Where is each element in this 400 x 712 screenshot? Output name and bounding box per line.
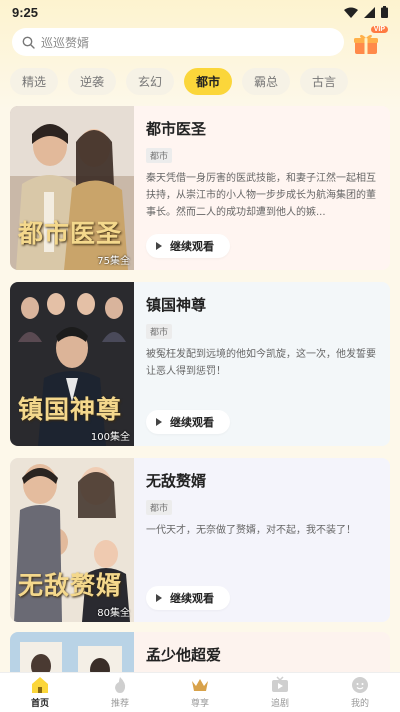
nav-home[interactable]: 首页 [0,673,80,712]
drama-title[interactable]: 都市医圣 [146,118,378,139]
crown-icon [192,679,208,691]
play-icon [156,418,162,426]
episode-count: 80集全 [97,608,130,619]
wifi-icon [344,7,358,18]
bottom-nav: 首页 推荐 尊享 追剧 我的 [0,672,400,712]
drama-poster[interactable]: 镇国神尊 100集全 [10,282,134,446]
signal-icon [364,6,375,18]
search-input[interactable]: 巡巡赘婿 [12,28,344,56]
drama-poster[interactable]: 无敌赘婿 80集全 [10,458,134,622]
search-row: 巡巡赘婿 VIP [12,26,388,56]
nav-label: 尊享 [190,699,209,709]
search-icon [22,36,35,49]
poster-title-art: 都市医圣 [18,219,123,248]
tab-bazong[interactable]: 霸总 [242,68,290,95]
continue-watching-button[interactable]: 继续观看 [146,234,230,258]
nav-label: 推荐 [110,699,129,709]
tab-xuanhuan[interactable]: 玄幻 [126,68,174,95]
drama-title[interactable]: 无敌赘婿 [146,470,378,491]
status-icons [344,6,388,18]
tab-jingxuan[interactable]: 精选 [10,68,58,95]
flame-icon [115,677,126,693]
home-icon [32,677,48,693]
genre-tag: 都市 [146,148,173,163]
vip-button[interactable]: VIP [354,26,388,56]
poster-title-art: 镇国神尊 [18,395,123,424]
continue-label: 继续观看 [170,416,214,429]
play-icon [156,242,162,250]
nav-premium[interactable]: 尊享 [160,673,240,712]
drama-card[interactable]: 无敌赘婿 80集全 无敌赘婿 都市 一代天才，无奈做了赘婿，对不起，我不装了！ … [10,458,390,622]
nav-profile[interactable]: 我的 [320,673,400,712]
drama-title[interactable]: 镇国神尊 [146,294,378,315]
nav-label: 我的 [350,699,369,709]
profile-icon [352,677,368,693]
poster-title-art: 无敌赘婿 [18,571,123,600]
continue-watching-button[interactable]: 继续观看 [146,586,230,610]
drama-info: 无敌赘婿 都市 一代天才，无奈做了赘婿，对不起，我不装了！ 继续观看 [134,458,390,622]
genre-tag: 都市 [146,324,173,339]
nav-recommend[interactable]: 推荐 [80,673,160,712]
continue-label: 继续观看 [170,240,214,253]
play-icon [156,594,162,602]
vip-label: VIP [370,26,388,33]
drama-card[interactable]: 都市医圣 75集全 都市医圣 都市 秦天凭借一身厉害的医武技能，和妻子江然一起相… [10,106,390,270]
status-bar: 9:25 [0,0,400,24]
tv-icon [272,676,288,692]
drama-title[interactable]: 孟少他超爱 [146,644,378,665]
status-time: 9:25 [12,4,39,20]
drama-info: 镇国神尊 都市 被冤枉发配到远境的他如今凯旋，这一次，他发誓要让恶人得到惩罚！ … [134,282,390,446]
nav-label: 追剧 [270,699,289,709]
drama-description: 被冤枉发配到远境的他如今凯旋，这一次，他发誓要让恶人得到惩罚！ [146,349,376,377]
drama-description: 秦天凭借一身厉害的医武技能，和妻子江然一起相互扶持，从崇江市的小人物一步步成长为… [146,173,376,218]
tab-dushi[interactable]: 都市 [184,68,232,95]
battery-icon [381,6,388,18]
search-placeholder: 巡巡赘婿 [41,35,90,50]
drama-card[interactable]: 镇国神尊 100集全 镇国神尊 都市 被冤枉发配到远境的他如今凯旋，这一次，他发… [10,282,390,446]
gift-icon [354,34,378,54]
nav-label: 首页 [30,699,49,709]
drama-poster[interactable]: 都市医圣 75集全 [10,106,134,270]
drama-info: 都市医圣 都市 秦天凭借一身厉害的医武技能，和妻子江然一起相互扶持，从崇江市的小… [134,106,390,270]
episode-count: 100集全 [90,432,130,443]
episode-count: 75集全 [97,256,130,267]
continue-watching-button[interactable]: 继续观看 [146,410,230,434]
genre-tag: 都市 [146,500,173,515]
nav-following[interactable]: 追剧 [240,673,320,712]
tab-guyan[interactable]: 古言 [300,68,348,95]
category-tabs: 精选 逆袭 玄幻 都市 霸总 古言 [10,68,400,96]
drama-description: 一代天才，无奈做了赘婿，对不起，我不装了！ [146,525,356,536]
tab-nixi[interactable]: 逆袭 [68,68,116,95]
continue-label: 继续观看 [170,592,214,605]
